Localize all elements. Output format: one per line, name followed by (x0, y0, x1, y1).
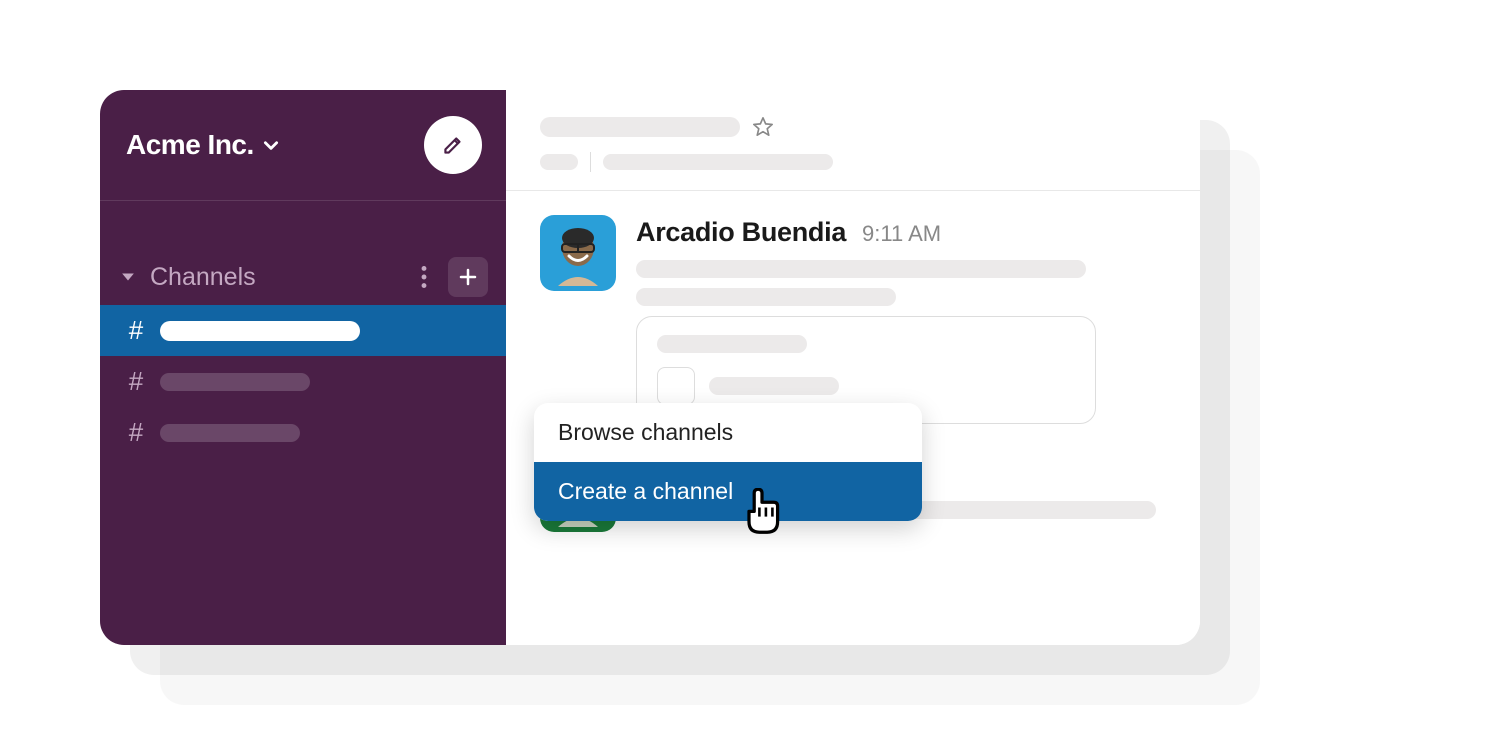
main-panel: Arcadio Buendia 9:11 AM (506, 90, 1200, 645)
message-author[interactable]: Arcadio Buendia (636, 217, 846, 248)
message-text-placeholder (636, 288, 896, 306)
hash-icon: # (126, 315, 146, 346)
kebab-icon (421, 266, 427, 288)
channel-name-placeholder (160, 373, 310, 391)
caret-down-icon (118, 267, 138, 287)
channels-section: Channels # # # (100, 201, 506, 458)
sidebar-header: Acme Inc. (100, 90, 506, 201)
star-icon[interactable] (752, 116, 774, 138)
sidebar: Acme Inc. Channels (100, 90, 506, 645)
header-meta-placeholder (603, 154, 833, 170)
attachment-meta-placeholder (709, 377, 839, 395)
menu-item-create-channel[interactable]: Create a channel (534, 462, 922, 521)
add-channel-button[interactable] (448, 257, 488, 297)
menu-item-browse-channels[interactable]: Browse channels (534, 403, 922, 462)
workspace-name-label: Acme Inc. (126, 129, 254, 161)
channel-item[interactable]: # (100, 407, 506, 458)
hash-icon: # (126, 366, 146, 397)
message-text-placeholder (636, 260, 1086, 278)
workspace-switcher[interactable]: Acme Inc. (126, 129, 280, 161)
chevron-down-icon (262, 136, 280, 154)
channel-item[interactable]: # (100, 305, 506, 356)
message-body: Arcadio Buendia 9:11 AM (636, 215, 1166, 424)
channel-header (506, 90, 1200, 191)
app-window: Acme Inc. Channels (100, 90, 1200, 645)
channel-name-placeholder (160, 424, 300, 442)
avatar[interactable] (540, 215, 616, 291)
divider (590, 152, 591, 172)
compose-icon (440, 132, 466, 158)
channel-name-placeholder (160, 321, 360, 341)
message: Arcadio Buendia 9:11 AM (540, 215, 1166, 424)
channels-header[interactable]: Channels (100, 249, 506, 305)
channels-label: Channels (150, 263, 398, 292)
channel-add-menu: Browse channels Create a channel (534, 403, 922, 521)
header-meta-placeholder (540, 154, 578, 170)
face-icon (553, 226, 603, 286)
hash-icon: # (126, 417, 146, 448)
channel-title-placeholder (540, 117, 740, 137)
channel-item[interactable]: # (100, 356, 506, 407)
attachment-title-placeholder (657, 335, 807, 353)
message-timestamp: 9:11 AM (862, 221, 941, 247)
attachment-thumb (657, 367, 695, 405)
channels-more-button[interactable] (406, 259, 442, 295)
plus-icon (458, 267, 478, 287)
compose-button[interactable] (424, 116, 482, 174)
